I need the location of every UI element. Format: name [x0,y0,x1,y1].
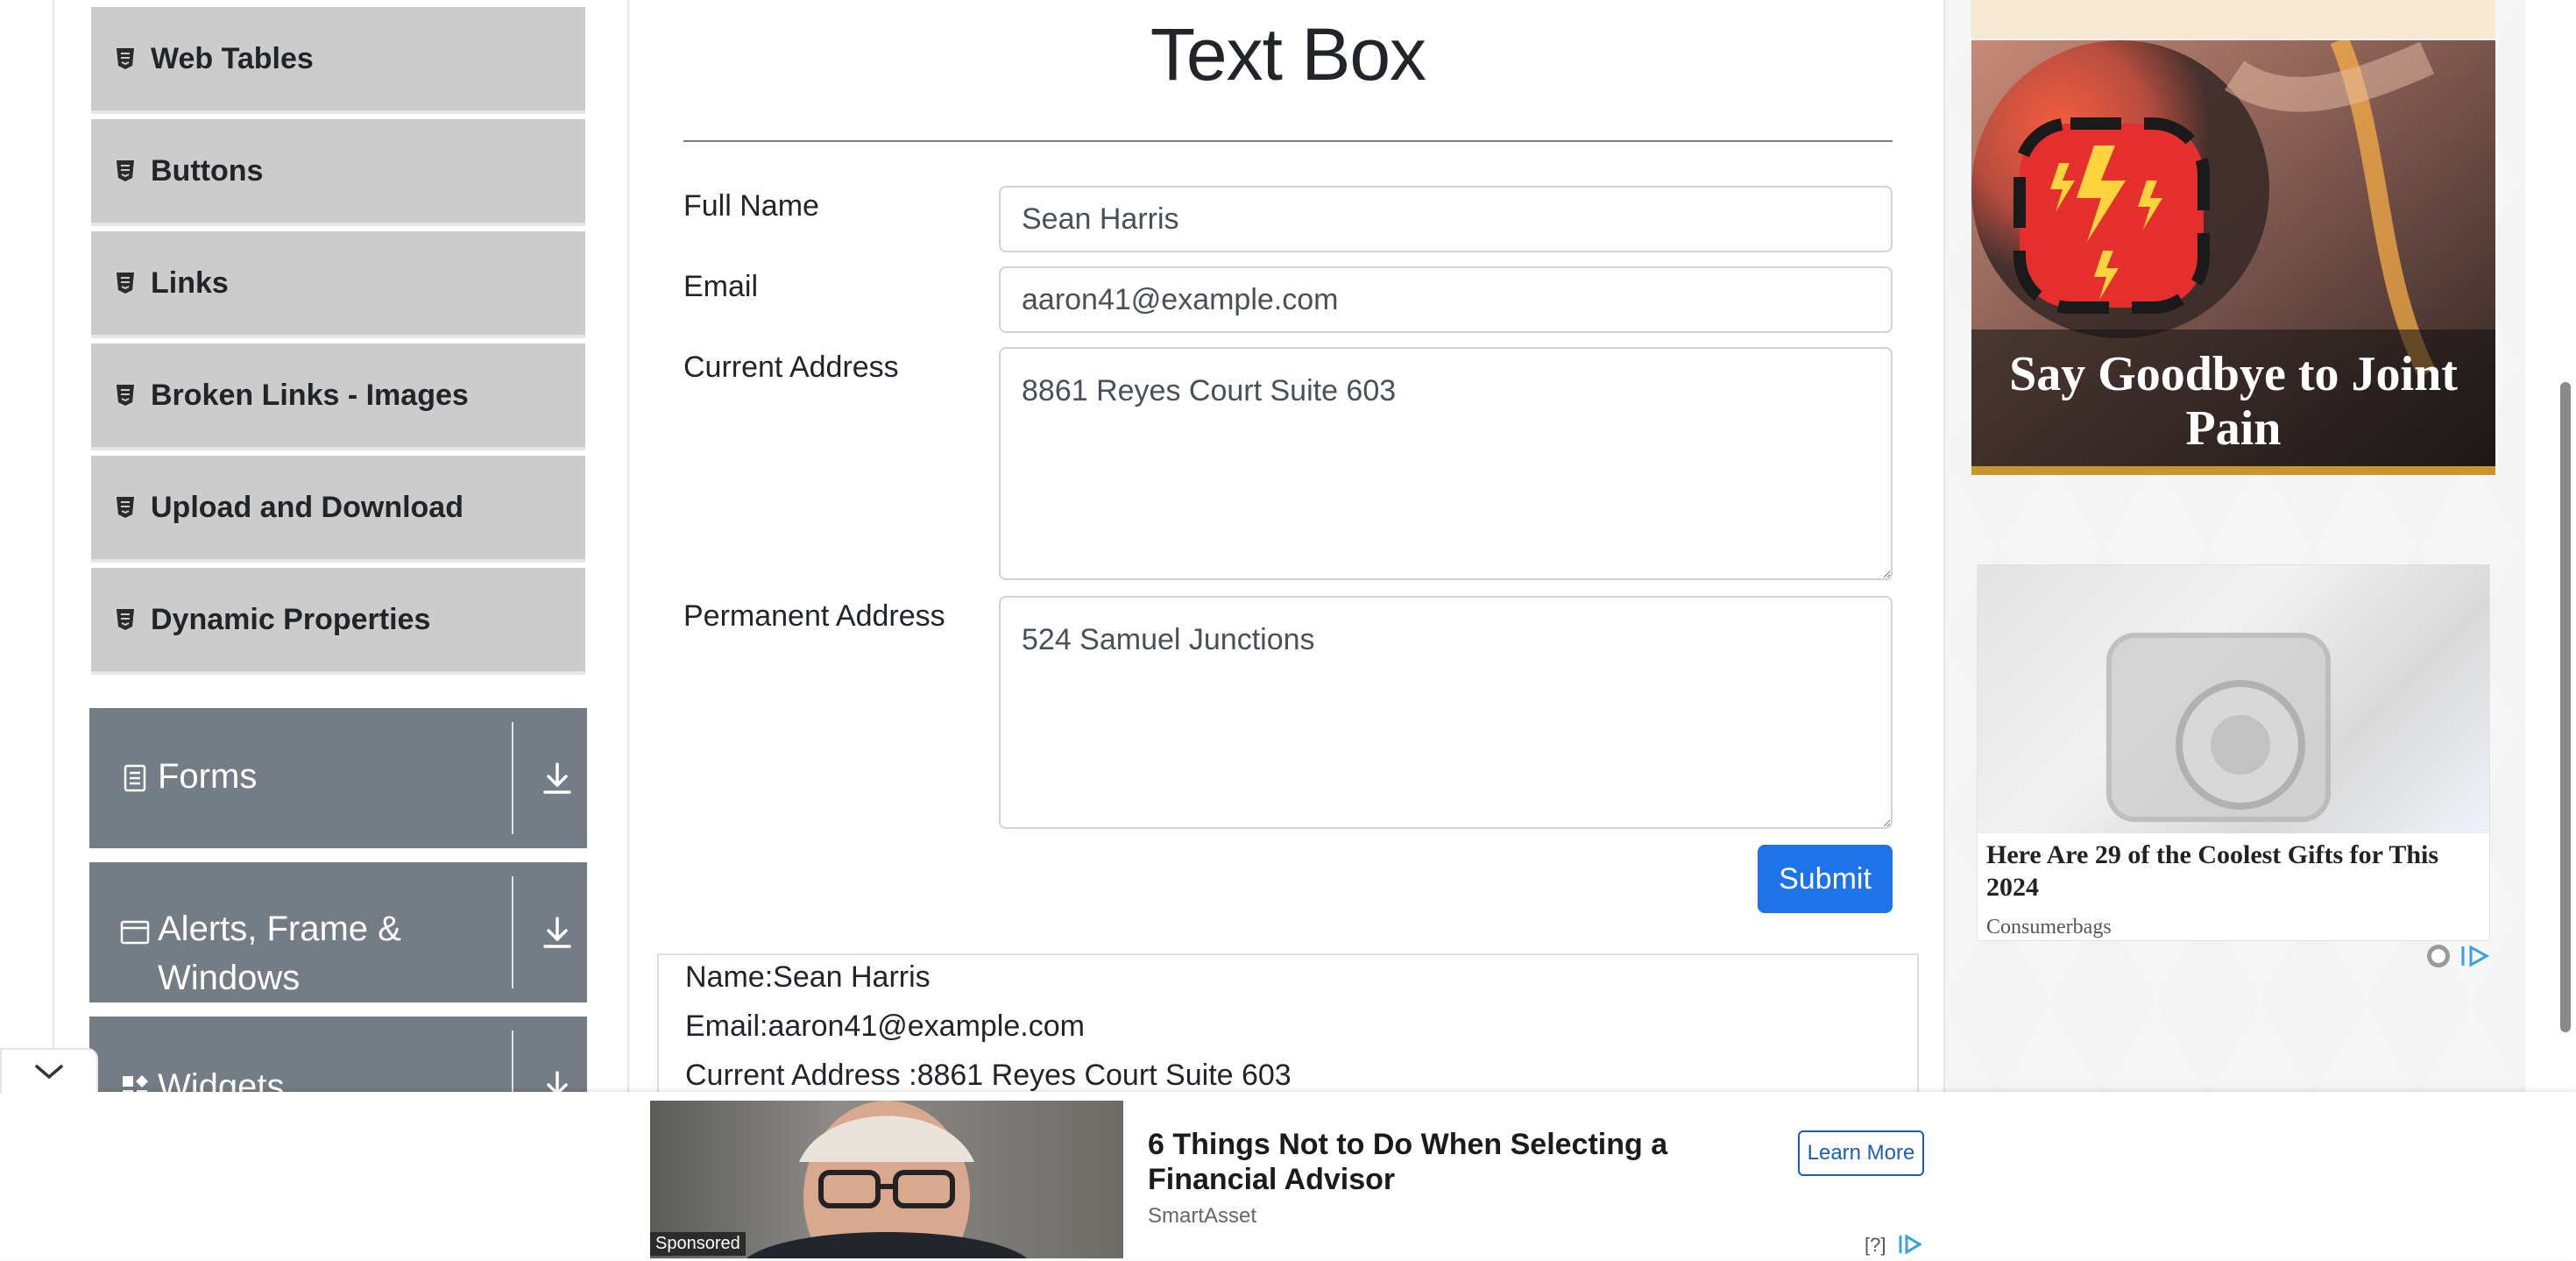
sidebar-item-label: Dynamic Properties [151,602,431,636]
sidebar-item-label: Buttons [151,153,264,188]
group-separator [512,1031,513,1095]
group-label: Forms [158,757,258,796]
ad-help-link[interactable]: [?] [1865,1234,1886,1257]
sidebar-group-alerts-frame-windows[interactable]: Alerts, Frame & Windows [89,862,587,1002]
form-icon [119,762,151,794]
adchoices-icon[interactable] [2460,943,2492,969]
ad-privacy-icon[interactable] [2425,943,2452,969]
html5-icon [116,496,135,519]
joint-pain-ad[interactable]: Say Goodbye to Joint Pain [1971,40,2495,475]
gifts-ad-source: Consumerbags [1986,916,2112,939]
camera-product-image [2106,633,2331,822]
email-input[interactable] [999,266,1893,333]
gifts-ad-title: Here Are 29 of the Coolest Gifts for Thi… [1986,840,2439,902]
learn-more-button[interactable]: Learn More [1798,1130,1924,1176]
sidebar-item-label: Links [151,266,229,300]
group-separator [512,876,513,988]
html5-icon [116,159,135,182]
current-address-textarea[interactable]: 8861 Reyes Court Suite 603 [999,347,1893,580]
group-label-line1: Alerts, Frame & [158,910,401,948]
output-current-address: Current Address :8861 Reyes Court Suite … [685,1059,1292,1092]
html5-icon [116,608,135,631]
download-arrow-icon[interactable] [536,757,578,799]
gifts-ad[interactable]: Here Are 29 of the Coolest Gifts for Thi… [1977,564,2490,941]
current-address-label: Current Address [683,351,899,384]
adchoices-icon[interactable] [1898,1232,1922,1257]
page-scrollbar-thumb[interactable] [2560,382,2571,1032]
joint-pain-ad-caption: Say Goodbye to Joint Pain [2009,347,2458,456]
full-name-input[interactable] [999,186,1893,252]
sidebar-item-upload-download[interactable]: Upload and Download [91,456,585,563]
window-icon [119,917,151,948]
page-title: Text Box [1150,13,1426,96]
download-arrow-icon[interactable] [536,911,578,953]
bottom-ad-title[interactable]: 6 Things Not to Do When Selecting a Fina… [1148,1127,1787,1197]
group-label-line2: Windows [158,959,301,997]
group-separator [512,722,513,834]
sidebar-item-buttons[interactable]: Buttons [91,119,585,226]
sidebar-divider [627,0,629,1258]
permanent-address-label: Permanent Address [683,599,945,633]
full-name-label: Full Name [683,189,819,223]
bottom-ad-source: SmartAsset [1148,1204,1257,1228]
collapse-ad-button[interactable] [0,1048,98,1094]
sidebar-item-links[interactable]: Links [91,231,585,338]
chevron-down-icon [35,1065,63,1080]
output-name: Name:Sean Harris [685,960,931,994]
sponsored-label: Sponsored [650,1232,746,1256]
html5-icon [116,272,135,294]
gifts-ad-image [1978,565,2489,833]
sidebar-item-web-tables[interactable]: Web Tables [91,7,585,114]
ad-top-strip [1971,0,2495,39]
permanent-address-textarea[interactable]: 524 Samuel Junctions [999,596,1893,829]
email-label: Email [683,270,759,303]
sidebar-group-widgets[interactable]: Widgets [89,1017,587,1106]
html5-icon [116,384,135,407]
sidebar-group-forms[interactable]: Forms [89,708,587,848]
output-email: Email:aaron41@example.com [685,1010,1085,1043]
html5-icon [116,47,135,70]
sidebar-item-label: Broken Links - Images [151,378,469,412]
ad-bottom-stripe [1971,466,2495,475]
sidebar-item-dynamic-properties[interactable]: Dynamic Properties [91,568,585,675]
sidebar-item-label: Upload and Download [151,490,464,524]
sidebar-item-broken-links[interactable]: Broken Links - Images [91,344,585,450]
sidebar-item-label: Web Tables [151,41,314,75]
submit-button[interactable]: Submit [1758,845,1893,913]
title-divider [683,140,1893,142]
